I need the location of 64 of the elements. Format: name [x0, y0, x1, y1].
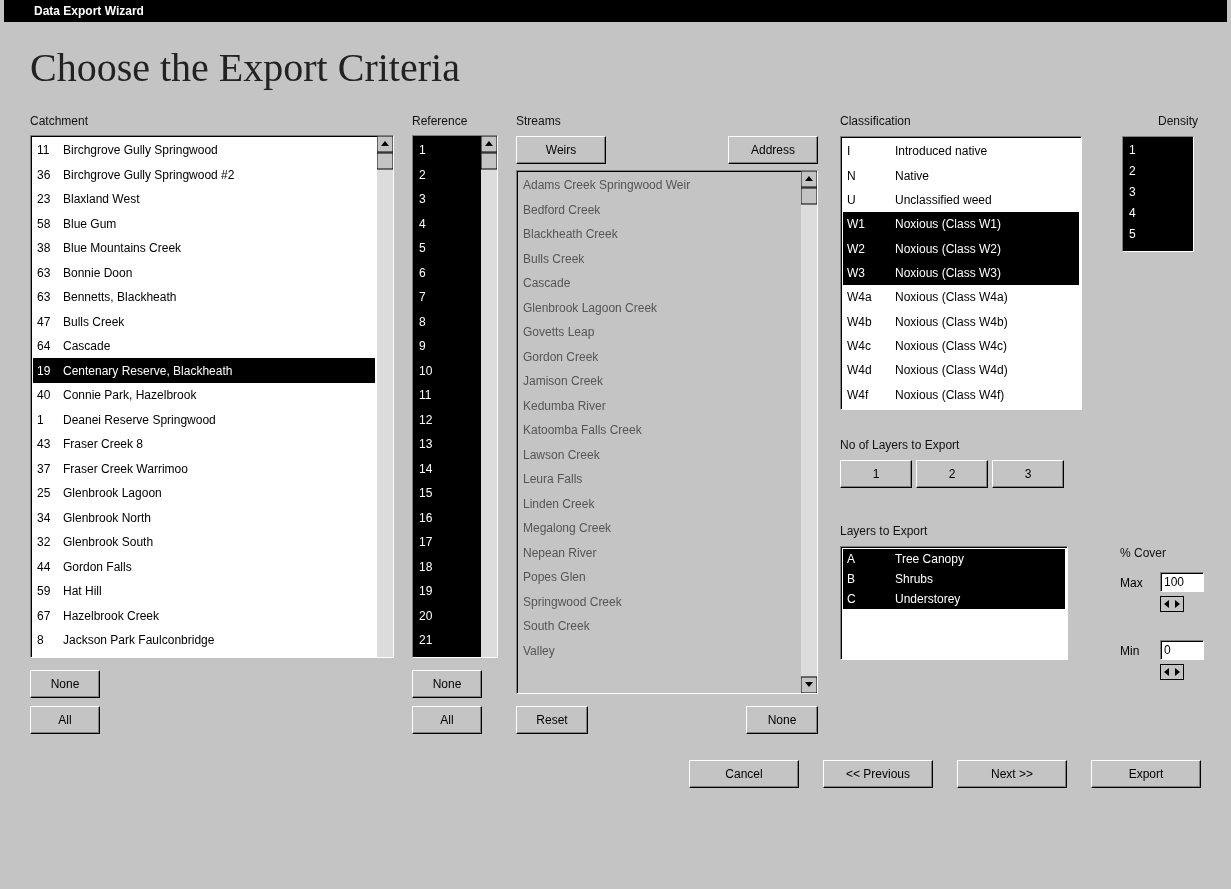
list-item[interactable]: 43 Fraser Creek 8 [33, 431, 375, 457]
streams-label: Streams [516, 114, 562, 130]
list-item[interactable]: 19 Centenary Reserve, Blackheath [33, 358, 375, 383]
list-item[interactable]: W1 Noxious (Class W1) [843, 212, 1079, 237]
layer-count-button[interactable]: 3 [992, 460, 1064, 488]
scrollbar[interactable] [481, 135, 497, 657]
scrollbar[interactable] [377, 135, 393, 657]
list-item[interactable]: 38 Blue Mountains Creek [33, 235, 375, 261]
select-button[interactable]: None [412, 670, 482, 698]
list-item[interactable]: I Introduced native [843, 139, 1079, 164]
select-button[interactable]: All [30, 706, 100, 734]
reference-label: Reference [412, 114, 469, 129]
list-item[interactable]: W4f Noxious (Class W4f) [843, 382, 1079, 407]
list-item[interactable]: 44 Gordon Falls [33, 554, 375, 579]
list-item[interactable]: C Understorey [843, 589, 1065, 609]
wizard-button[interactable]: Export [1091, 760, 1201, 788]
wizard-button[interactable]: << Previous [823, 760, 933, 788]
list-item[interactable]: 64 Cascade [33, 333, 375, 359]
list-item[interactable]: 1 Deanei Reserve Springwood [33, 407, 375, 432]
list-item[interactable]: B Shrubs [843, 569, 1065, 589]
list-item[interactable]: 40 Connie Park, Hazelbrook [33, 382, 375, 408]
spinner-icon[interactable] [1160, 596, 1184, 612]
list-item[interactable]: W2 Noxious (Class W2) [843, 236, 1079, 261]
spinner-icon[interactable] [1160, 664, 1184, 680]
layers-label: Layers to Export [840, 524, 929, 540]
list-item[interactable]: 58 Blue Gum [33, 211, 375, 236]
layer-count-button[interactable]: 1 [840, 460, 912, 488]
density-label: Density [1158, 114, 1198, 130]
list-item[interactable]: 59 Hat Hill [33, 578, 375, 604]
list-item[interactable]: 36 Birchgrove Gully Springwood #2 [33, 162, 375, 187]
list-item[interactable]: 34 Glenbrook North [33, 505, 375, 530]
cover-input[interactable]: 0 [1160, 640, 1204, 660]
cover-input[interactable]: 100 [1160, 572, 1204, 592]
wizard-button[interactable]: Next >> [957, 760, 1067, 788]
list-item[interactable]: 63 Bennetts, Blackheath [33, 284, 375, 310]
list-item[interactable]: W4c Noxious (Class W4c) [843, 333, 1079, 359]
list-item[interactable]: U Unclassified weed [843, 187, 1079, 213]
list-item[interactable]: 32 Glenbrook South [33, 529, 375, 555]
list-item[interactable]: 11 Birchgrove Gully Springwood [33, 137, 375, 163]
classification-label: Classification [840, 114, 912, 130]
list-item[interactable]: 47 Bulls Creek [33, 309, 375, 334]
list-item[interactable]: 67 Hazelbrook Creek [33, 603, 375, 628]
wizard-button[interactable]: Cancel [689, 760, 799, 788]
select-button[interactable]: All [412, 706, 482, 734]
layer-count-label: No of Layers to Export [840, 438, 961, 454]
layer-count-button[interactable]: 2 [916, 460, 988, 488]
list-item[interactable]: W4a Noxious (Class W4a) [843, 285, 1079, 310]
catchment-label: Catchment [30, 114, 90, 129]
list-item[interactable]: 37 Fraser Creek Warrimoo [33, 456, 375, 481]
list-item[interactable]: N Native [843, 163, 1079, 188]
cover-label: % Cover [1120, 546, 1167, 562]
cover-field-label: Max [1120, 576, 1144, 590]
list-item[interactable]: A Tree Canopy [843, 549, 1065, 569]
list-item[interactable]: W4d Noxious (Class W4d) [843, 358, 1079, 383]
list-item[interactable]: 23 Blaxland West [33, 186, 375, 212]
list-item[interactable]: 25 Glenbrook Lagoon [33, 480, 375, 506]
page-heading: Choose the Export Criteria [30, 44, 461, 92]
cover-field-label: Min [1120, 644, 1141, 658]
list-item[interactable]: 63 Bonnie Doon [33, 260, 375, 285]
list-item[interactable]: 8 Jackson Park Faulconbridge [33, 627, 375, 653]
list-item[interactable]: W4b Noxious (Class W4b) [843, 309, 1079, 334]
list-item[interactable]: W3 Noxious (Class W3) [843, 260, 1079, 286]
select-button[interactable]: None [30, 670, 100, 698]
window-title: Data Export Wizard [4, 0, 1227, 22]
